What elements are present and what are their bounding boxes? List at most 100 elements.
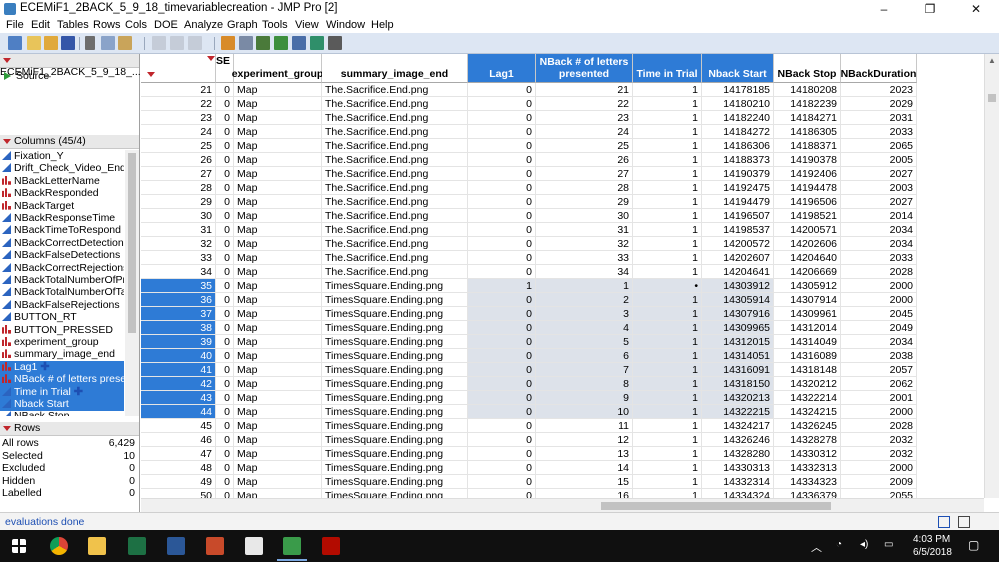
table-cell[interactable]: 14198521	[774, 209, 841, 223]
table-cell[interactable]: 0	[216, 321, 234, 335]
grid-icon[interactable]	[256, 36, 270, 50]
table-cell[interactable]: 32	[536, 237, 633, 251]
table-cell[interactable]: Map	[234, 377, 322, 391]
table-cell[interactable]: The.Sacrifice.End.png	[322, 111, 468, 125]
table-cell[interactable]: 0	[216, 363, 234, 377]
table-cell[interactable]: 2028	[841, 265, 917, 279]
table-row[interactable]: 32 0 Map The.Sacrifice.End.png 0 32 1 14200572 1…	[141, 237, 984, 251]
table-cell[interactable]: 0	[216, 223, 234, 237]
table-cell[interactable]: 2029	[841, 97, 917, 111]
windows-start-icon[interactable]	[12, 539, 26, 553]
table-cell[interactable]: 0	[468, 251, 536, 265]
table-cell[interactable]: 14200572	[702, 237, 774, 251]
clock-date[interactable]: 6/5/2018	[913, 547, 952, 558]
table-cell[interactable]: Map	[234, 349, 322, 363]
table-cell[interactable]: 0	[216, 307, 234, 321]
row-number[interactable]: 33	[141, 251, 216, 265]
table-cell[interactable]: 14202606	[774, 237, 841, 251]
table-cell[interactable]: 0	[216, 153, 234, 167]
column-item[interactable]: NBackTimeToRespond	[0, 224, 124, 237]
table-cell[interactable]: 0	[468, 139, 536, 153]
table-cell[interactable]: 14196507	[702, 209, 774, 223]
table-cell[interactable]: 14186305	[774, 125, 841, 139]
table-cell[interactable]: 14322215	[702, 405, 774, 419]
table-cell[interactable]: 2038	[841, 349, 917, 363]
clock-time[interactable]: 4:03 PM	[913, 534, 950, 545]
table-cell[interactable]: 22	[536, 97, 633, 111]
table-cell[interactable]: 33	[536, 251, 633, 265]
table-cell[interactable]: 0	[216, 405, 234, 419]
table-cell[interactable]: 2003	[841, 181, 917, 195]
table-cell[interactable]: Map	[234, 139, 322, 153]
column-item[interactable]: NBackTotalNumberOfTargets	[0, 286, 124, 299]
table-cell[interactable]: 0	[216, 279, 234, 293]
table-cell[interactable]: 14180208	[774, 83, 841, 97]
row-number[interactable]: 49	[141, 475, 216, 489]
menu-analyze[interactable]: Analyze	[184, 19, 223, 31]
table-cell[interactable]: 0	[468, 349, 536, 363]
table-cell[interactable]: 1	[633, 265, 702, 279]
column-item[interactable]: Fixation_Y	[0, 150, 124, 163]
table-cell[interactable]: TimesSquare.Ending.png	[322, 433, 468, 447]
table-cell[interactable]: Map	[234, 433, 322, 447]
open-icon[interactable]	[44, 36, 58, 50]
table-cell[interactable]: 24	[536, 125, 633, 139]
table-cell[interactable]: TimesSquare.Ending.png	[322, 279, 468, 293]
table-cell[interactable]: 2027	[841, 167, 917, 181]
table-cell[interactable]: Map	[234, 279, 322, 293]
table-cell[interactable]: 14178185	[702, 83, 774, 97]
column-item[interactable]: NBackResponded	[0, 187, 124, 200]
table-cell[interactable]: TimesSquare.Ending.png	[322, 419, 468, 433]
table-cell[interactable]: The.Sacrifice.End.png	[322, 195, 468, 209]
table-cell[interactable]: 2065	[841, 139, 917, 153]
table-cell[interactable]: 14194478	[774, 181, 841, 195]
table-cell[interactable]: 9	[536, 391, 633, 405]
table-cell[interactable]: 1	[633, 433, 702, 447]
table-cell[interactable]: Map	[234, 237, 322, 251]
table-row[interactable]: 40 0 Map TimesSquare.Ending.png 0 6 1 14314051 1…	[141, 349, 984, 363]
table-cell[interactable]: 1	[633, 195, 702, 209]
row-number[interactable]: 42	[141, 377, 216, 391]
row-number[interactable]: 47	[141, 447, 216, 461]
table-cell[interactable]: 2027	[841, 195, 917, 209]
table-cell[interactable]: The.Sacrifice.End.png	[322, 251, 468, 265]
table-row[interactable]: 41 0 Map TimesSquare.Ending.png 0 7 1 14316091 1…	[141, 363, 984, 377]
row-number[interactable]: 28	[141, 181, 216, 195]
table-cell[interactable]: 14320213	[702, 391, 774, 405]
table-row[interactable]: 49 0 Map TimesSquare.Ending.png 0 15 1 14332314…	[141, 475, 984, 489]
wifi-icon[interactable]: ◔	[836, 539, 842, 550]
red-triangle-menu-icon[interactable]	[3, 425, 11, 431]
column-item[interactable]: Lag1 ✚	[0, 360, 124, 374]
table-cell[interactable]: 1	[633, 139, 702, 153]
table-cell[interactable]: 0	[468, 321, 536, 335]
column-item[interactable]: NBackResponseTime	[0, 212, 124, 225]
table-cell[interactable]: 1	[633, 223, 702, 237]
table-cell[interactable]: Map	[234, 181, 322, 195]
table-cell[interactable]: 1	[633, 293, 702, 307]
table-cell[interactable]: 14188373	[702, 153, 774, 167]
table-row[interactable]: 50 0 Map TimesSquare.Ending.png 0 16 1 14334324…	[141, 489, 984, 498]
menu-file[interactable]: File	[6, 19, 24, 31]
column-header[interactable]: experiment_group	[232, 54, 323, 83]
table-cell[interactable]: 14307914	[774, 293, 841, 307]
scroll-thumb[interactable]	[128, 153, 136, 333]
table-cell[interactable]: 25	[536, 139, 633, 153]
table-cell[interactable]: Map	[234, 167, 322, 181]
menu-window[interactable]: Window	[326, 19, 365, 31]
table-cell[interactable]: 1	[633, 209, 702, 223]
snipping-tool-icon[interactable]	[245, 537, 263, 555]
table-cell[interactable]: 14332313	[774, 461, 841, 475]
menu-tools[interactable]: Tools	[262, 19, 288, 31]
row-number[interactable]: 34	[141, 265, 216, 279]
column-item[interactable]: BUTTON_RT	[0, 311, 124, 324]
table-cell[interactable]: 2009	[841, 475, 917, 489]
table-cell[interactable]: 0	[216, 209, 234, 223]
row-number[interactable]: 22	[141, 97, 216, 111]
table-cell[interactable]: 0	[216, 447, 234, 461]
table-cell[interactable]: 1	[633, 335, 702, 349]
row-number[interactable]: 50	[141, 489, 216, 498]
table-cell[interactable]: 0	[468, 307, 536, 321]
menu-view[interactable]: View	[295, 19, 319, 31]
table-cell[interactable]: 0	[468, 391, 536, 405]
menu-help[interactable]: Help	[371, 19, 394, 31]
